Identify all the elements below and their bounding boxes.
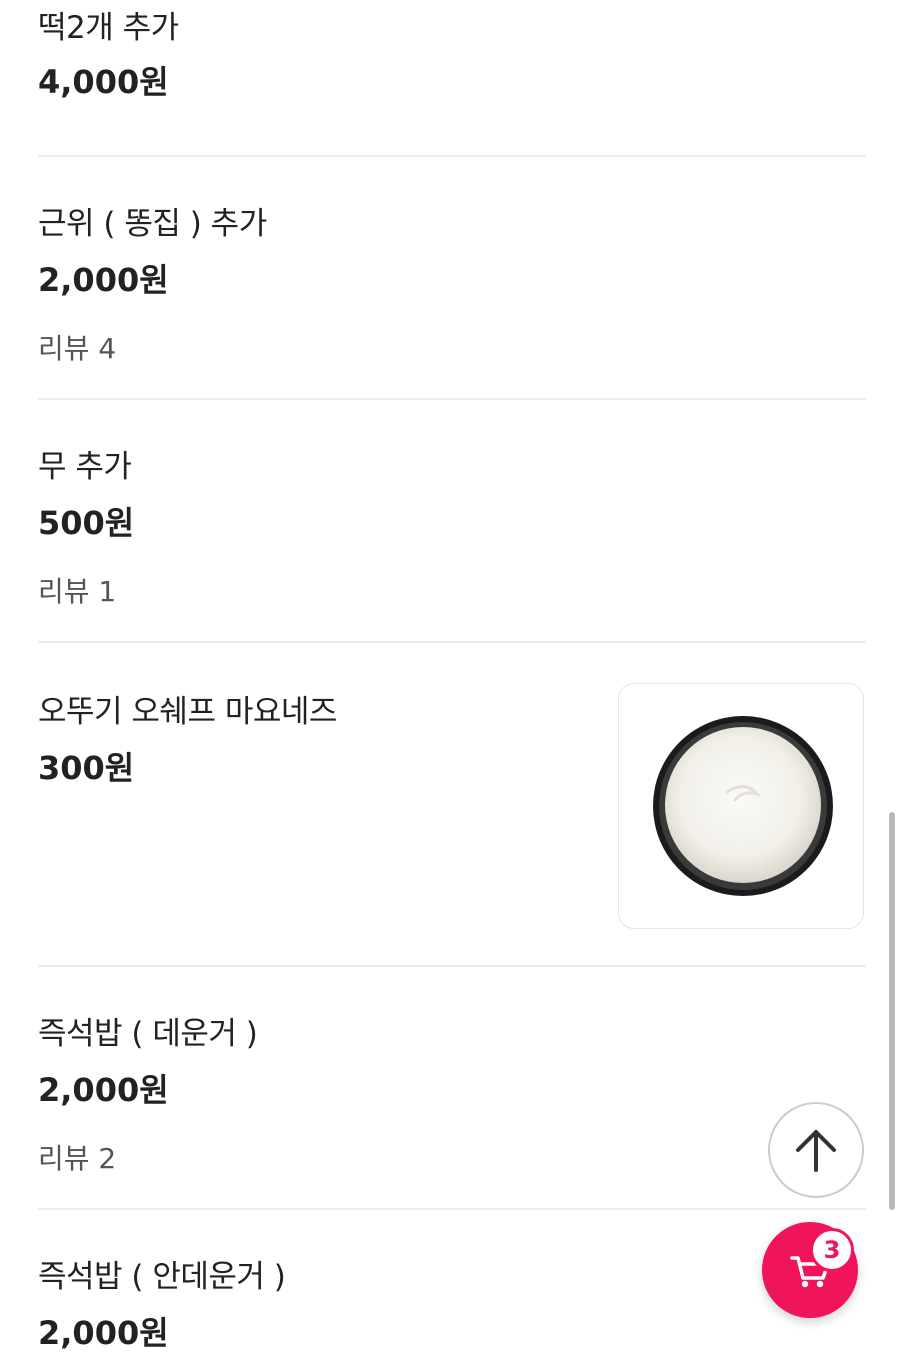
menu-item-review-count: 리뷰 1 — [38, 575, 117, 608]
menu-item-price: 500원 — [38, 504, 135, 542]
menu-item[interactable]: 즉석밥 ( 데운거 ) 2,000원 리뷰 2 — [38, 967, 866, 1208]
menu-item[interactable]: 즉석밥 ( 안데운거 ) 2,000원 — [38, 1210, 866, 1362]
menu-item[interactable]: 오뚜기 오쉐프 마요네즈 300원 — [38, 643, 866, 965]
menu-item-review-count: 리뷰 4 — [38, 332, 117, 365]
menu-item-name: 근위 ( 똥집 ) 추가 — [38, 206, 267, 242]
menu-item-name: 즉석밥 ( 데운거 ) — [38, 1016, 258, 1052]
mayonnaise-bowl-image — [653, 716, 833, 896]
arrow-up-icon — [796, 1130, 836, 1172]
menu-item[interactable]: 떡2개 추가 4,000원 — [38, 0, 866, 156]
scroll-to-top-button[interactable] — [768, 1102, 864, 1198]
menu-item-price: 2,000원 — [38, 261, 169, 299]
menu-item-price: 2,000원 — [38, 1314, 169, 1352]
menu-item-price: 4,000원 — [38, 63, 169, 101]
menu-item-price: 2,000원 — [38, 1071, 169, 1109]
menu-item-name: 오뚜기 오쉐프 마요네즈 — [38, 694, 337, 730]
menu-item-name: 무 추가 — [38, 449, 132, 485]
menu-item-name: 떡2개 추가 — [38, 10, 179, 46]
cart-count-badge: 3 — [810, 1228, 854, 1272]
menu-item-name: 즉석밥 ( 안데운거 ) — [38, 1259, 286, 1295]
menu-item-review-count: 리뷰 2 — [38, 1142, 117, 1175]
menu-item-image[interactable] — [618, 683, 864, 929]
scrollbar-thumb[interactable] — [889, 812, 895, 1210]
menu-item[interactable]: 근위 ( 똥집 ) 추가 2,000원 리뷰 4 — [38, 157, 866, 398]
menu-item[interactable]: 무 추가 500원 리뷰 1 — [38, 400, 866, 641]
menu-item-price: 300원 — [38, 749, 135, 787]
